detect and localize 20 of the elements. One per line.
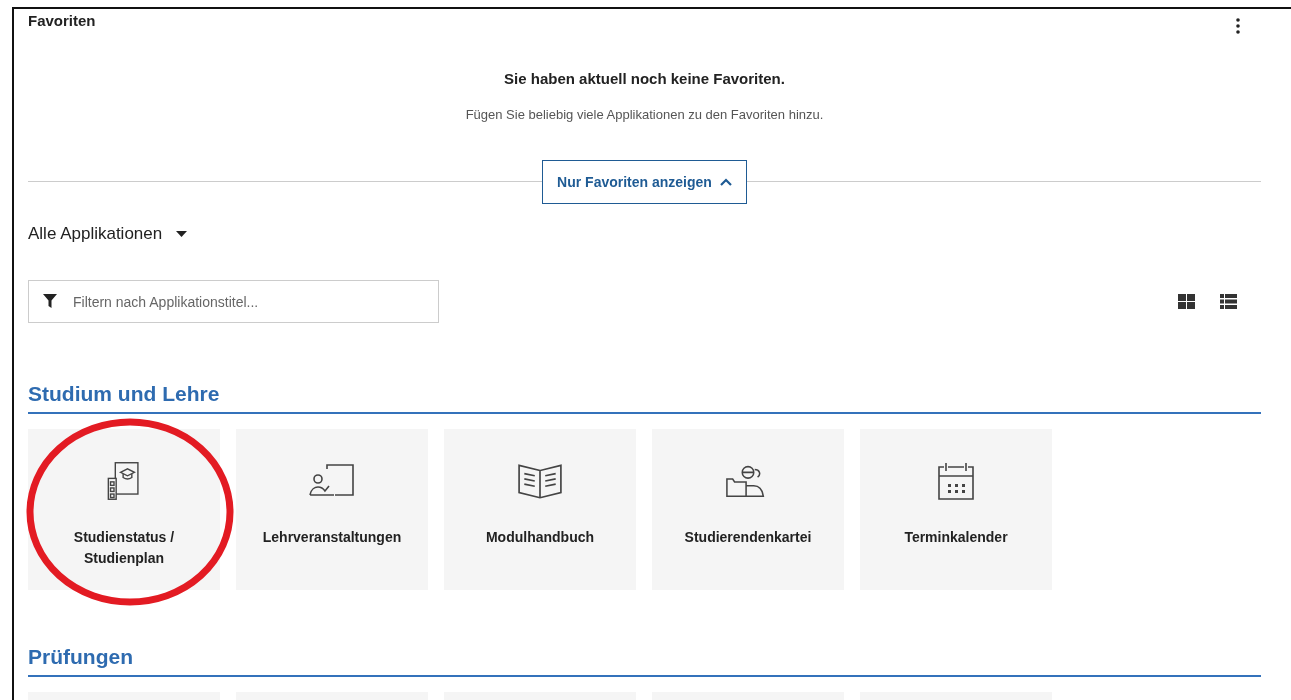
filter-icon <box>43 294 57 308</box>
section-heading: Studium und Lehre <box>28 382 1261 414</box>
panel-title: Favoriten <box>28 12 96 29</box>
app-tile[interactable]: Studierendenkartei <box>652 429 844 590</box>
app-tile[interactable]: Modulhandbuch <box>444 429 636 590</box>
grid-view-icon[interactable] <box>1178 294 1195 309</box>
more-options-icon[interactable] <box>1236 18 1240 34</box>
chevron-icon <box>719 178 732 186</box>
list-view-icon[interactable] <box>1220 294 1237 309</box>
app-tile[interactable]: Terminkalender <box>860 429 1052 590</box>
empty-state-hint: Fügen Sie beliebig viele Applikationen zu den Favoriten hinzu. <box>465 107 824 122</box>
favorites-toggle-button[interactable]: Nur Favoriten anzeigen <box>542 160 747 204</box>
empty-state-heading: Sie haben aktuell noch keine Favoriten. <box>504 70 785 87</box>
app-tile[interactable]: Lehrveranstaltungen <box>236 429 428 590</box>
section-heading: Prüfungen <box>28 645 1261 677</box>
filter-field[interactable]: Filtern nach Applikationstitel... <box>28 280 439 323</box>
applications-dropdown[interactable]: Alle Applikationen <box>28 224 163 244</box>
app-tile[interactable]: Studienstatus / Studienplan <box>28 429 220 590</box>
open-book-icon <box>517 461 563 501</box>
caret-icon[interactable] <box>176 231 188 237</box>
